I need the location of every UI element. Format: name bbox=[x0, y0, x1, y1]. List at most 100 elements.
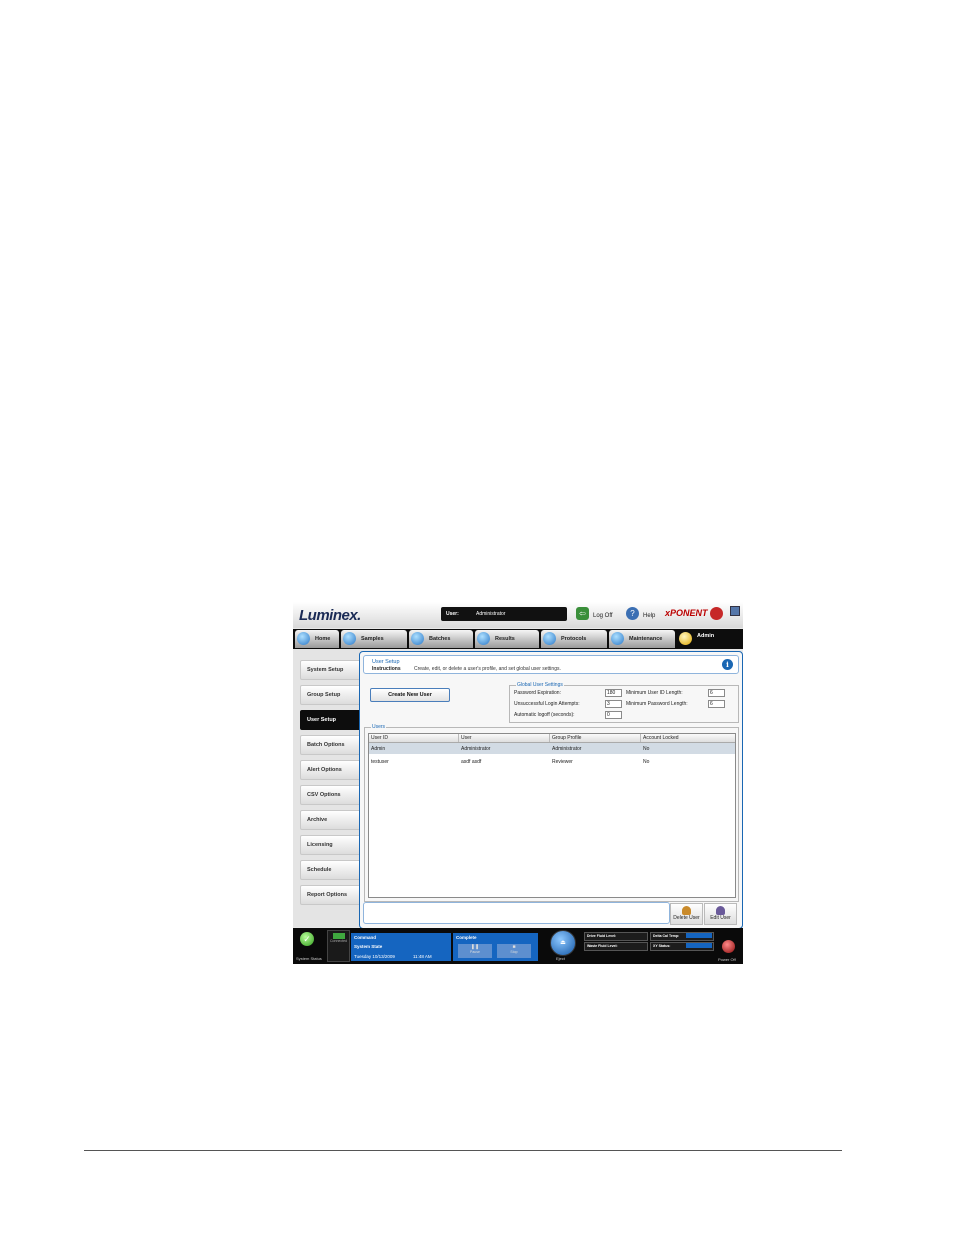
page-title: User Setup bbox=[372, 659, 400, 665]
sidebar-item-label: Alert Options bbox=[307, 767, 342, 773]
login-attempts-label: Unsuccessful Login Attempts: bbox=[514, 701, 580, 707]
edit-user-icon bbox=[716, 906, 725, 915]
power-icon[interactable] bbox=[722, 940, 735, 953]
help-icon[interactable]: ? bbox=[626, 607, 639, 620]
user-display: User: Administrator bbox=[441, 607, 567, 621]
global-settings-legend: Global User Settings bbox=[516, 682, 564, 688]
delta-cal-bar bbox=[686, 933, 712, 938]
sidebar-item-user-setup[interactable]: User Setup bbox=[300, 710, 360, 730]
stop-label: Stop bbox=[510, 950, 518, 954]
auto-logoff-field[interactable]: 0 bbox=[605, 711, 622, 719]
user-value: Administrator bbox=[476, 611, 506, 617]
tab-label: Batches bbox=[429, 636, 451, 642]
sidebar-item-group-setup[interactable]: Group Setup bbox=[300, 685, 360, 705]
drive-fluid-level: Drive Fluid Level: bbox=[584, 932, 648, 941]
min-password-field[interactable]: 6 bbox=[708, 700, 725, 708]
column-header[interactable]: Group Profile bbox=[552, 735, 581, 741]
user-setup-panel: User Setup Instructions Create, edit, or… bbox=[359, 651, 743, 929]
sidebar-item-alert-options[interactable]: Alert Options bbox=[300, 760, 360, 780]
bottom-strip bbox=[363, 902, 670, 924]
pause-button[interactable]: ❚❚ Pause bbox=[458, 944, 492, 958]
eject-button[interactable]: ⏏ bbox=[550, 930, 576, 956]
tab-label: Results bbox=[495, 636, 515, 642]
sidebar-item-report-options[interactable]: Report Options bbox=[300, 885, 360, 905]
sidebar-item-label: System Setup bbox=[307, 667, 344, 673]
login-attempts-field[interactable]: 3 bbox=[605, 700, 622, 708]
tab-admin[interactable]: Admin bbox=[677, 630, 741, 648]
delete-user-button[interactable]: Delete User bbox=[670, 903, 703, 925]
edit-user-button[interactable]: Edit User bbox=[704, 903, 737, 925]
column-header[interactable]: User ID bbox=[371, 735, 388, 741]
sidebar-item-label: CSV Options bbox=[307, 792, 341, 798]
tab-samples[interactable]: Samples bbox=[341, 630, 407, 648]
home-icon bbox=[297, 632, 310, 645]
admin-icon bbox=[679, 632, 692, 645]
create-new-user-button[interactable]: Create New User bbox=[370, 688, 450, 702]
cell-group-profile: Reviewer bbox=[552, 759, 573, 765]
users-group: Users User ID User Group Profile Account… bbox=[364, 724, 739, 902]
cell-account-locked: No bbox=[643, 746, 650, 752]
sidebar: System Setup Group Setup User Setup Batc… bbox=[293, 649, 360, 927]
page-footer-rule bbox=[84, 1150, 842, 1151]
tab-results[interactable]: Results bbox=[475, 630, 539, 648]
sidebar-item-archive[interactable]: Archive bbox=[300, 810, 360, 830]
min-userid-field[interactable]: 6 bbox=[708, 689, 725, 697]
sidebar-item-system-setup[interactable]: System Setup bbox=[300, 660, 360, 680]
password-expiration-field[interactable]: 180 bbox=[605, 689, 622, 697]
column-header[interactable]: User bbox=[461, 735, 472, 741]
waste-fluid-level: Waste Fluid Level: bbox=[584, 942, 648, 951]
cell-user: Administrator bbox=[461, 746, 491, 752]
tab-batches[interactable]: Batches bbox=[409, 630, 473, 648]
connected-label: Connected bbox=[330, 939, 347, 943]
cell-user-id: testuser bbox=[371, 759, 389, 765]
tab-label: Home bbox=[315, 636, 331, 642]
tab-maintenance[interactable]: Maintenance bbox=[609, 630, 675, 648]
sidebar-item-label: User Setup bbox=[307, 717, 337, 723]
tab-home[interactable]: Home bbox=[295, 630, 339, 648]
info-icon[interactable]: i bbox=[722, 659, 733, 670]
complete-panel: Complete ❚❚ Pause ■ Stop bbox=[453, 933, 538, 961]
status-bar: ✓ System Status Connected Command System… bbox=[293, 928, 743, 964]
system-status-check-icon[interactable]: ✓ bbox=[300, 932, 314, 946]
global-user-settings: Global User Settings Password Expiration… bbox=[509, 682, 739, 723]
window-icon[interactable] bbox=[730, 606, 740, 616]
tab-protocols[interactable]: Protocols bbox=[541, 630, 607, 648]
table-header: User ID User Group Profile Account Locke… bbox=[369, 734, 735, 743]
tab-label: Protocols bbox=[561, 636, 587, 642]
sidebar-item-batch-options[interactable]: Batch Options bbox=[300, 735, 360, 755]
sidebar-item-label: Licensing bbox=[307, 842, 333, 848]
sidebar-item-label: Group Setup bbox=[307, 692, 341, 698]
cell-user: asdf asdf bbox=[461, 759, 482, 765]
sidebar-item-label: Report Options bbox=[307, 892, 348, 898]
cell-user-id: Admin bbox=[371, 746, 386, 752]
tab-label: Samples bbox=[361, 636, 384, 642]
users-table: User ID User Group Profile Account Locke… bbox=[368, 733, 736, 898]
stop-button[interactable]: ■ Stop bbox=[497, 944, 531, 958]
table-row[interactable]: testuser asdf asdf Reviewer No bbox=[369, 756, 735, 767]
instructions-header: User Setup Instructions Create, edit, or… bbox=[363, 655, 739, 674]
maintenance-icon bbox=[611, 632, 624, 645]
command-panel: Command System State Tuesday 10/13/2009 … bbox=[351, 933, 451, 961]
date-text: Tuesday 10/13/2009 bbox=[354, 954, 395, 959]
column-header[interactable]: Account Locked bbox=[643, 735, 679, 741]
logoff-icon[interactable]: ⇦ bbox=[576, 607, 589, 620]
sidebar-item-label: Archive bbox=[307, 817, 328, 823]
luminex-logo: Luminex. bbox=[299, 607, 361, 624]
system-state-label: System State bbox=[354, 944, 383, 949]
min-password-label: Minimum Password Length: bbox=[626, 701, 688, 707]
cell-group-profile: Administrator bbox=[552, 746, 582, 752]
delete-user-label: Delete User bbox=[673, 915, 700, 921]
sidebar-item-licensing[interactable]: Licensing bbox=[300, 835, 360, 855]
cell-account-locked: No bbox=[643, 759, 650, 765]
sidebar-item-schedule[interactable]: Schedule bbox=[300, 860, 360, 880]
logoff-button[interactable]: Log Off bbox=[593, 613, 613, 619]
table-row[interactable]: Admin Administrator Administrator No bbox=[369, 743, 735, 754]
eject-label: Eject bbox=[556, 956, 565, 961]
results-icon bbox=[477, 632, 490, 645]
user-label: User: bbox=[446, 611, 459, 617]
auto-logoff-label: Automatic logoff (seconds): bbox=[514, 712, 575, 718]
batches-icon bbox=[411, 632, 424, 645]
help-button[interactable]: Help bbox=[643, 613, 655, 619]
sidebar-item-csv-options[interactable]: CSV Options bbox=[300, 785, 360, 805]
time-text: 11:48 AM bbox=[413, 954, 432, 959]
